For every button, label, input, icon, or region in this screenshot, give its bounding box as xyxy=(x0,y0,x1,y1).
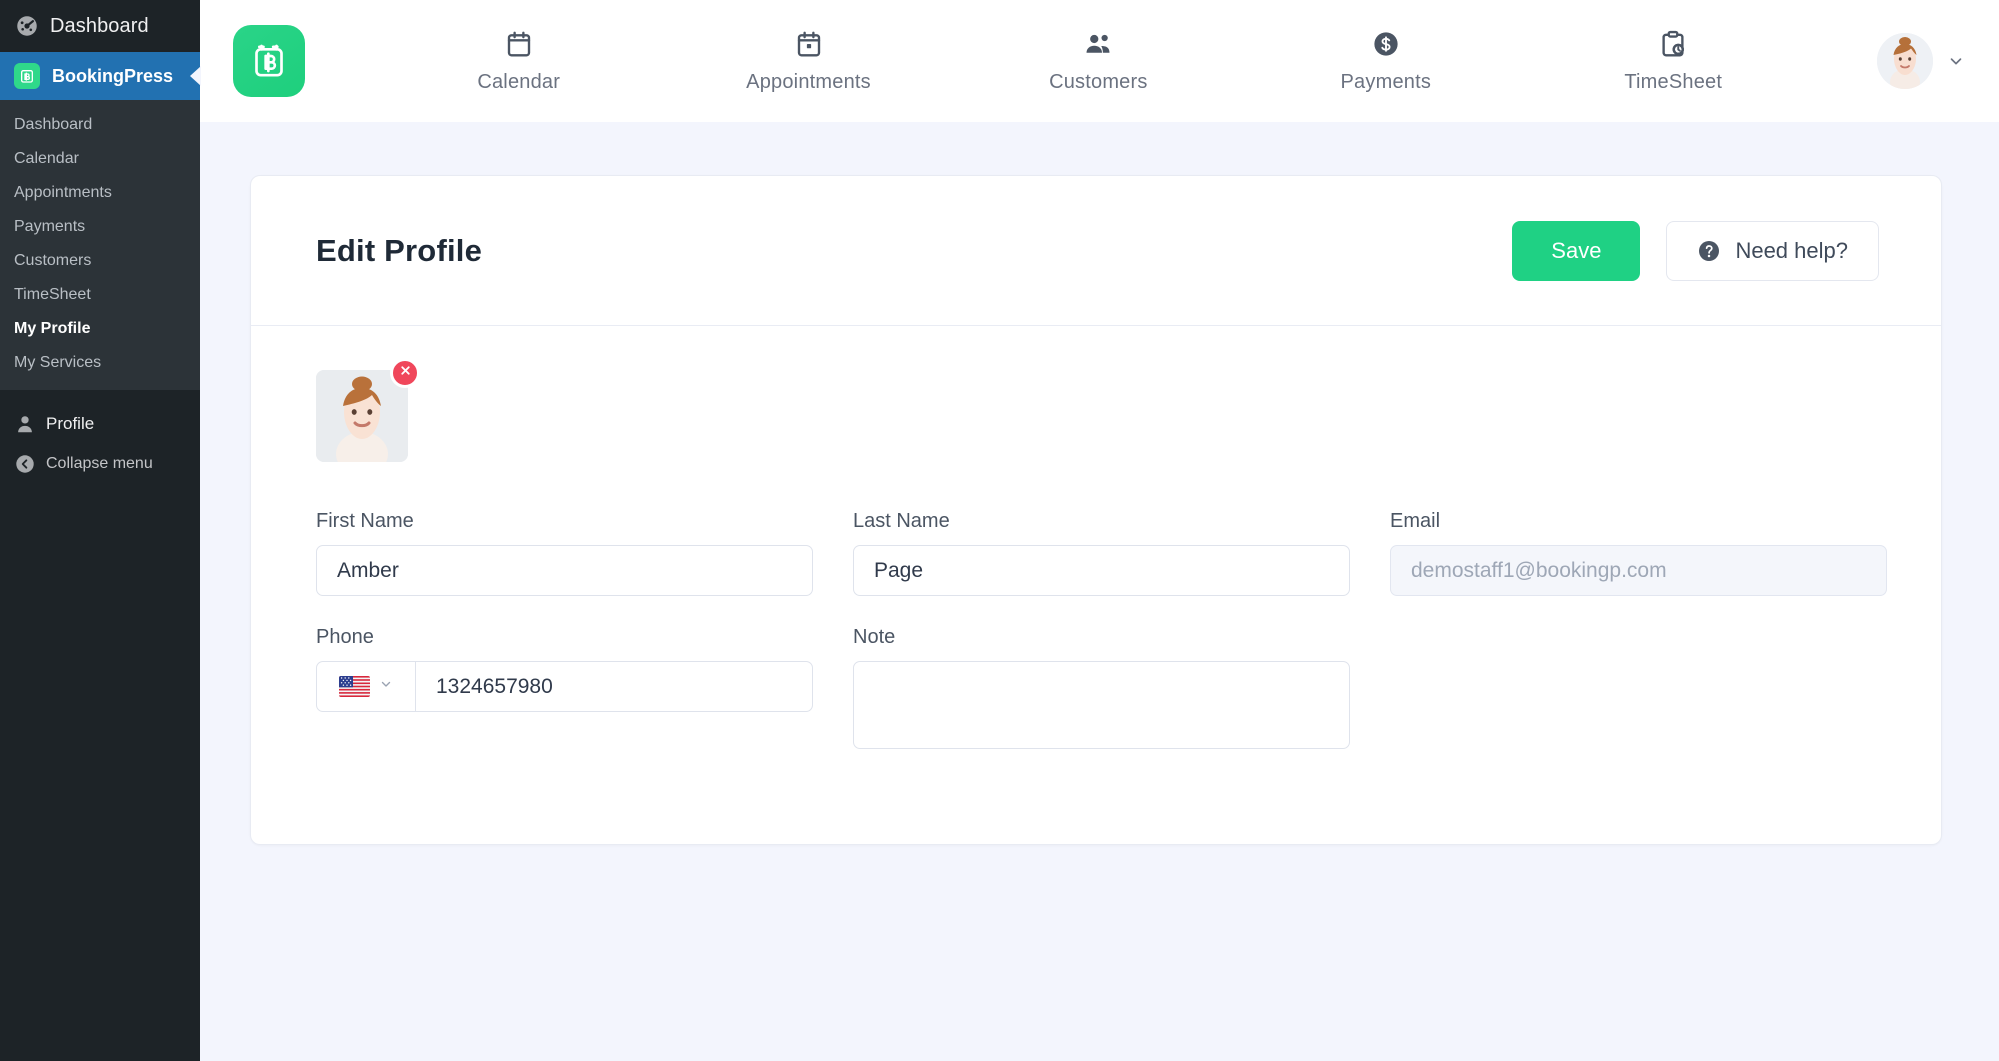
tab-timesheet-label: TimeSheet xyxy=(1624,70,1723,93)
form-empty-cell xyxy=(1390,626,1887,754)
tab-customers-label: Customers xyxy=(1049,70,1148,93)
email-input xyxy=(1390,545,1887,596)
tab-timesheet[interactable]: TimeSheet xyxy=(1613,29,1733,94)
collapse-left-icon xyxy=(14,453,36,475)
top-nav-items: Calendar Appointments Customers Payments… xyxy=(305,29,1877,94)
phone-label: Phone xyxy=(316,626,374,648)
wp-admin-sidebar: Dashboard BookingPress Dashboard Calenda… xyxy=(0,0,201,1061)
remove-photo-button[interactable] xyxy=(390,358,420,388)
sidebar-lower-section: Profile Collapse menu xyxy=(0,390,200,484)
phone-number-input[interactable] xyxy=(416,662,812,711)
note-label: Note xyxy=(853,626,896,648)
field-phone: Phone xyxy=(316,626,813,754)
sidebar-item-dashboard[interactable]: Dashboard xyxy=(0,108,200,142)
profile-menu[interactable] xyxy=(1877,33,1965,89)
appointments-calendar-icon xyxy=(794,29,824,59)
need-help-button[interactable]: Need help? xyxy=(1666,220,1879,281)
sidebar-item-payments[interactable]: Payments xyxy=(0,210,200,244)
sidebar-item-profile-label: Profile xyxy=(46,414,95,433)
main-content: Edit Profile Save Need help? First Name … xyxy=(200,122,1999,1061)
sidebar-item-bookingpress-label: BookingPress xyxy=(52,65,174,86)
sidebar-collapse-menu[interactable]: Collapse menu xyxy=(0,444,200,484)
chevron-down-icon xyxy=(379,677,393,696)
customers-people-icon xyxy=(1083,29,1113,59)
edit-profile-card: Edit Profile Save Need help? First Name … xyxy=(250,175,1942,845)
profile-form: First Name Last Name Email Phone xyxy=(316,510,1887,754)
email-label: Email xyxy=(1390,510,1441,532)
chevron-down-icon[interactable] xyxy=(1947,52,1965,70)
card-header: Edit Profile Save Need help? xyxy=(251,176,1941,326)
last-name-input[interactable] xyxy=(853,545,1350,596)
sidebar-active-arrow xyxy=(190,66,201,86)
tab-appointments[interactable]: Appointments xyxy=(746,29,871,94)
tab-appointments-label: Appointments xyxy=(746,70,871,93)
tab-customers[interactable]: Customers xyxy=(1038,29,1158,94)
sidebar-item-bookingpress[interactable]: BookingPress xyxy=(0,52,201,100)
page-title: Edit Profile xyxy=(316,232,483,268)
gauge-icon xyxy=(14,13,40,39)
header-actions: Save Need help? xyxy=(1512,220,1879,281)
sidebar-submenu: Dashboard Calendar Appointments Payments… xyxy=(0,100,200,390)
field-email: Email xyxy=(1390,510,1887,596)
need-help-button-label: Need help? xyxy=(1735,237,1848,263)
tab-payments[interactable]: Payments xyxy=(1326,29,1446,94)
sidebar-item-calendar[interactable]: Calendar xyxy=(0,142,200,176)
phone-input-group xyxy=(316,661,813,712)
note-textarea[interactable] xyxy=(853,661,1350,749)
save-button[interactable]: Save xyxy=(1512,220,1641,281)
card-body: First Name Last Name Email Phone xyxy=(251,326,1941,844)
tab-calendar-label: Calendar xyxy=(477,70,561,93)
us-flag-icon xyxy=(339,676,370,697)
field-note: Note xyxy=(853,626,1350,754)
last-name-label: Last Name xyxy=(853,510,950,532)
sidebar-collapse-menu-label: Collapse menu xyxy=(46,455,153,472)
sidebar-item-profile[interactable]: Profile xyxy=(0,404,200,444)
sidebar-item-customers[interactable]: Customers xyxy=(0,244,200,278)
payments-dollar-icon xyxy=(1371,29,1401,59)
timesheet-clipboard-clock-icon xyxy=(1658,29,1688,59)
sidebar-item-timesheet[interactable]: TimeSheet xyxy=(0,278,200,312)
question-circle-icon xyxy=(1697,239,1721,263)
calendar-icon xyxy=(504,29,534,59)
bookingpress-logo-icon xyxy=(14,63,40,89)
tab-payments-label: Payments xyxy=(1340,70,1432,93)
sidebar-item-my-profile[interactable]: My Profile xyxy=(0,312,200,346)
field-first-name: First Name xyxy=(316,510,813,596)
wp-admin-bar-label: Dashboard xyxy=(50,14,149,37)
sidebar-item-my-services[interactable]: My Services xyxy=(0,346,200,380)
avatar xyxy=(1877,33,1933,89)
close-x-icon xyxy=(399,364,412,382)
app-top-navigation: Calendar Appointments Customers Payments… xyxy=(200,0,1999,122)
field-last-name: Last Name xyxy=(853,510,1350,596)
first-name-label: First Name xyxy=(316,510,414,532)
tab-calendar[interactable]: Calendar xyxy=(459,29,579,94)
bookingpress-logo-icon[interactable] xyxy=(233,25,305,97)
country-code-select[interactable] xyxy=(317,662,416,711)
first-name-input[interactable] xyxy=(316,545,813,596)
person-icon xyxy=(14,413,36,435)
sidebar-item-appointments[interactable]: Appointments xyxy=(0,176,200,210)
wp-admin-bar[interactable]: Dashboard xyxy=(0,0,200,52)
profile-photo-block xyxy=(316,358,420,462)
